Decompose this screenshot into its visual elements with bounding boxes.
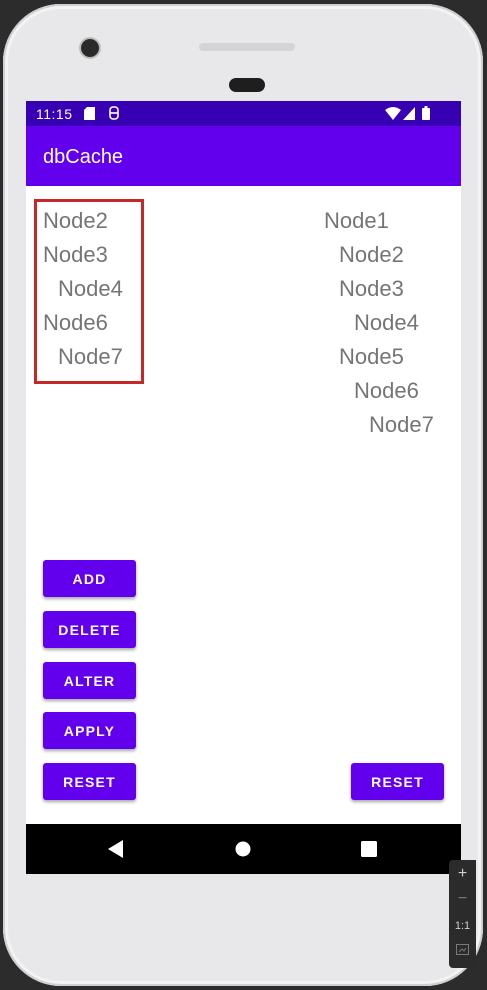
navigation-bar (26, 824, 461, 874)
apply-button[interactable]: APPLY (43, 712, 136, 749)
earpiece (229, 78, 265, 92)
right-list-item[interactable]: Node6 (354, 378, 419, 404)
reset-left-button[interactable]: RESET (43, 763, 136, 800)
right-list-item[interactable]: Node5 (339, 344, 404, 370)
back-icon (108, 840, 123, 858)
delete-button[interactable]: DELETE (43, 611, 136, 648)
app-title: dbCache (43, 146, 124, 168)
home-icon (235, 841, 251, 857)
sync-icon (108, 105, 120, 124)
right-list-item[interactable]: Node2 (339, 242, 404, 268)
add-button[interactable]: ADD (43, 560, 136, 597)
right-list-item[interactable]: Node3 (339, 276, 404, 302)
alter-button[interactable]: ALTER (43, 662, 136, 699)
left-list-item[interactable]: Node6 (43, 310, 108, 336)
reset-right-button[interactable]: RESET (351, 763, 444, 800)
app-screen: 11:15 dbCache Node2 Node3 Node4 Node6 No… (26, 101, 461, 874)
back-button[interactable] (86, 824, 146, 874)
right-list-item[interactable]: Node4 (354, 310, 419, 336)
zoom-in-button[interactable]: + (449, 865, 476, 883)
zoom-fit-icon[interactable] (449, 944, 476, 958)
sd-card-icon (84, 107, 95, 123)
right-list-item[interactable]: Node1 (324, 208, 389, 234)
emulator-zoom-controls: + − 1:1 (449, 860, 476, 968)
status-bar: 11:15 (26, 101, 461, 126)
signal-icon (403, 107, 415, 123)
right-list-item[interactable]: Node7 (369, 412, 434, 438)
left-list-item[interactable]: Node2 (43, 208, 108, 234)
left-list-item[interactable]: Node4 (58, 276, 123, 302)
status-time: 11:15 (36, 106, 73, 122)
speaker-grille (199, 43, 295, 51)
recents-button[interactable] (339, 824, 399, 874)
home-button[interactable] (213, 824, 273, 874)
wifi-icon (385, 107, 401, 123)
front-camera (81, 39, 99, 57)
left-list-item[interactable]: Node7 (58, 344, 123, 370)
zoom-actual-size-button[interactable]: 1:1 (449, 920, 476, 932)
zoom-out-button[interactable]: − (449, 890, 476, 908)
battery-icon (422, 106, 430, 123)
recents-icon (361, 841, 377, 857)
app-bar: dbCache (26, 126, 461, 186)
left-list-item[interactable]: Node3 (43, 242, 108, 268)
